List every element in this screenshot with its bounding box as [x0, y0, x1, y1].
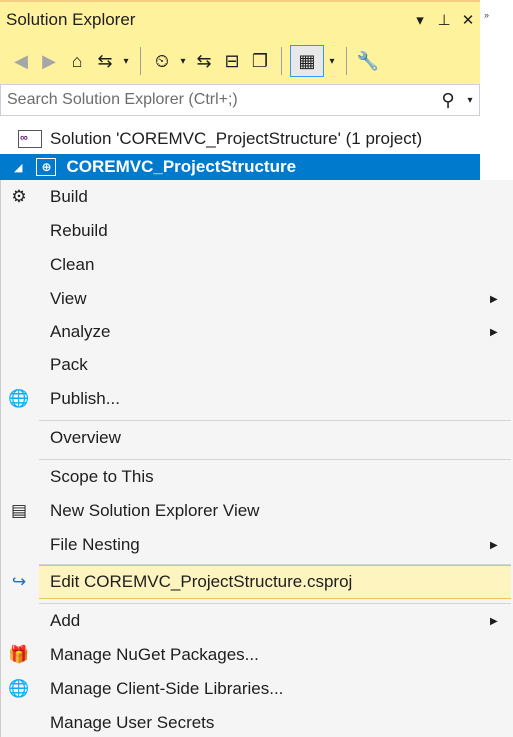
overflow-chevron-icon[interactable]: ›› — [484, 10, 489, 20]
menu-item-manage-nuget[interactable]: 🎁 Manage NuGet Packages... — [1, 638, 513, 672]
menu-item-publish[interactable]: 🌐 Publish... — [1, 382, 513, 416]
new-view-icon: ▤ — [10, 501, 28, 520]
menu-item-scope-to-this[interactable]: Scope to This — [1, 460, 513, 494]
forward-icon[interactable]: ▶ — [36, 46, 62, 76]
search-input[interactable] — [1, 86, 435, 114]
menu-item-label: File Nesting — [50, 535, 140, 554]
menu-item-label: Scope to This — [50, 467, 154, 486]
menu-item-label: Pack — [50, 355, 88, 374]
edit-redirect-icon: ↪ — [11, 572, 27, 591]
menu-item-manage-user-secrets[interactable]: Manage User Secrets — [1, 706, 513, 737]
submenu-arrow-icon: ▶ — [490, 293, 498, 305]
toolbar-separator — [281, 47, 282, 75]
solution-explorer-titlebar: Solution Explorer ▾ ⊥ ✕ — [0, 0, 480, 38]
context-menu: ⚙ Build Rebuild Clean View ▶ Analyze ▶ P… — [0, 180, 513, 737]
menu-item-file-nesting[interactable]: File Nesting ▶ — [1, 528, 513, 562]
submenu-arrow-icon: ▶ — [490, 615, 498, 627]
publish-globe-icon: 🌐 — [8, 389, 30, 408]
show-all-files-icon[interactable]: ❐ — [247, 46, 273, 76]
menu-item-analyze[interactable]: Analyze ▶ — [1, 315, 513, 349]
tree-item-solution[interactable]: Solution 'COREMVC_ProjectStructure' (1 p… — [0, 126, 480, 152]
back-icon[interactable]: ◀ — [8, 46, 34, 76]
filter-caret-icon[interactable]: ▾ — [177, 46, 189, 76]
window-title: Solution Explorer — [6, 10, 136, 29]
tree-item-project[interactable]: ◢ ⊕ COREMVC_ProjectStructure — [0, 154, 480, 180]
menu-item-label: Clean — [50, 255, 95, 274]
menu-item-edit-csproj[interactable]: ↪ Edit COREMVC_ProjectStructure.csproj — [12, 565, 511, 599]
client-libraries-icon: 🌐 — [8, 679, 30, 698]
solution-explorer-toolbar: ◀ ▶ ⌂ ⇆ ▾ ⏲ ▾ ⇆ ⊟ ❐ ▦ ▾ 🔧 — [0, 38, 480, 84]
menu-item-label: Add — [50, 611, 81, 630]
project-label: COREMVC_ProjectStructure — [66, 157, 297, 176]
pending-changes-filter-icon[interactable]: ⏲ — [149, 46, 175, 76]
switch-views-caret-icon[interactable]: ▾ — [120, 46, 132, 76]
properties-wrench-icon[interactable]: 🔧 — [355, 46, 381, 76]
build-icon: ⚙ — [11, 187, 27, 206]
search-box: ⚲ ▾ — [0, 84, 480, 116]
collapse-all-icon[interactable]: ⊟ — [219, 46, 245, 76]
expander-icon[interactable]: ◢ — [14, 161, 22, 174]
menu-item-add[interactable]: Add ▶ — [1, 604, 513, 638]
search-options-caret-icon[interactable]: ▾ — [461, 95, 479, 106]
solution-icon — [18, 130, 42, 148]
menu-item-label: Manage NuGet Packages... — [50, 645, 259, 664]
menu-item-label: Build — [50, 187, 88, 206]
menu-item-label: Edit COREMVC_ProjectStructure.csproj — [50, 572, 353, 591]
sync-with-active-document-icon[interactable]: ⇆ — [191, 46, 217, 76]
home-icon[interactable]: ⌂ — [64, 46, 90, 76]
menu-item-label: Publish... — [50, 389, 120, 408]
menu-item-build[interactable]: ⚙ Build — [1, 180, 513, 214]
search-icon[interactable]: ⚲ — [435, 90, 461, 111]
toolbar-separator — [140, 47, 141, 75]
nuget-package-icon: 🎁 — [8, 645, 30, 664]
menu-item-view[interactable]: View ▶ — [1, 282, 513, 316]
preview-caret-icon[interactable]: ▾ — [326, 46, 338, 76]
toolbar-separator — [346, 47, 347, 75]
menu-item-label: Analyze — [50, 322, 111, 341]
menu-item-rebuild[interactable]: Rebuild — [1, 214, 513, 248]
submenu-arrow-icon: ▶ — [490, 539, 498, 551]
menu-item-manage-client-side-libraries[interactable]: 🌐 Manage Client-Side Libraries... — [1, 672, 513, 706]
switch-views-icon[interactable]: ⇆ — [92, 46, 118, 76]
menu-item-label: View — [50, 289, 87, 308]
menu-item-new-solution-explorer-view[interactable]: ▤ New Solution Explorer View — [1, 494, 513, 528]
menu-item-overview[interactable]: Overview — [1, 421, 513, 455]
close-icon[interactable]: ✕ — [456, 11, 480, 29]
menu-item-label: Rebuild — [50, 221, 108, 240]
window-dropdown-icon[interactable]: ▾ — [408, 11, 432, 29]
menu-item-label: Manage User Secrets — [50, 713, 215, 732]
menu-item-clean[interactable]: Clean — [1, 248, 513, 282]
submenu-arrow-icon: ▶ — [490, 326, 498, 338]
menu-item-label: Overview — [50, 428, 121, 447]
menu-item-label: Manage Client-Side Libraries... — [50, 679, 284, 698]
menu-item-label: New Solution Explorer View — [50, 501, 260, 520]
solution-label: Solution 'COREMVC_ProjectStructure' (1 p… — [50, 129, 423, 148]
menu-item-pack[interactable]: Pack — [1, 348, 513, 382]
panel-right-edge — [480, 0, 513, 180]
web-project-icon: ⊕ — [36, 158, 57, 176]
preview-selected-items-icon[interactable]: ▦ — [290, 45, 324, 77]
pin-icon[interactable]: ⊥ — [432, 11, 456, 29]
